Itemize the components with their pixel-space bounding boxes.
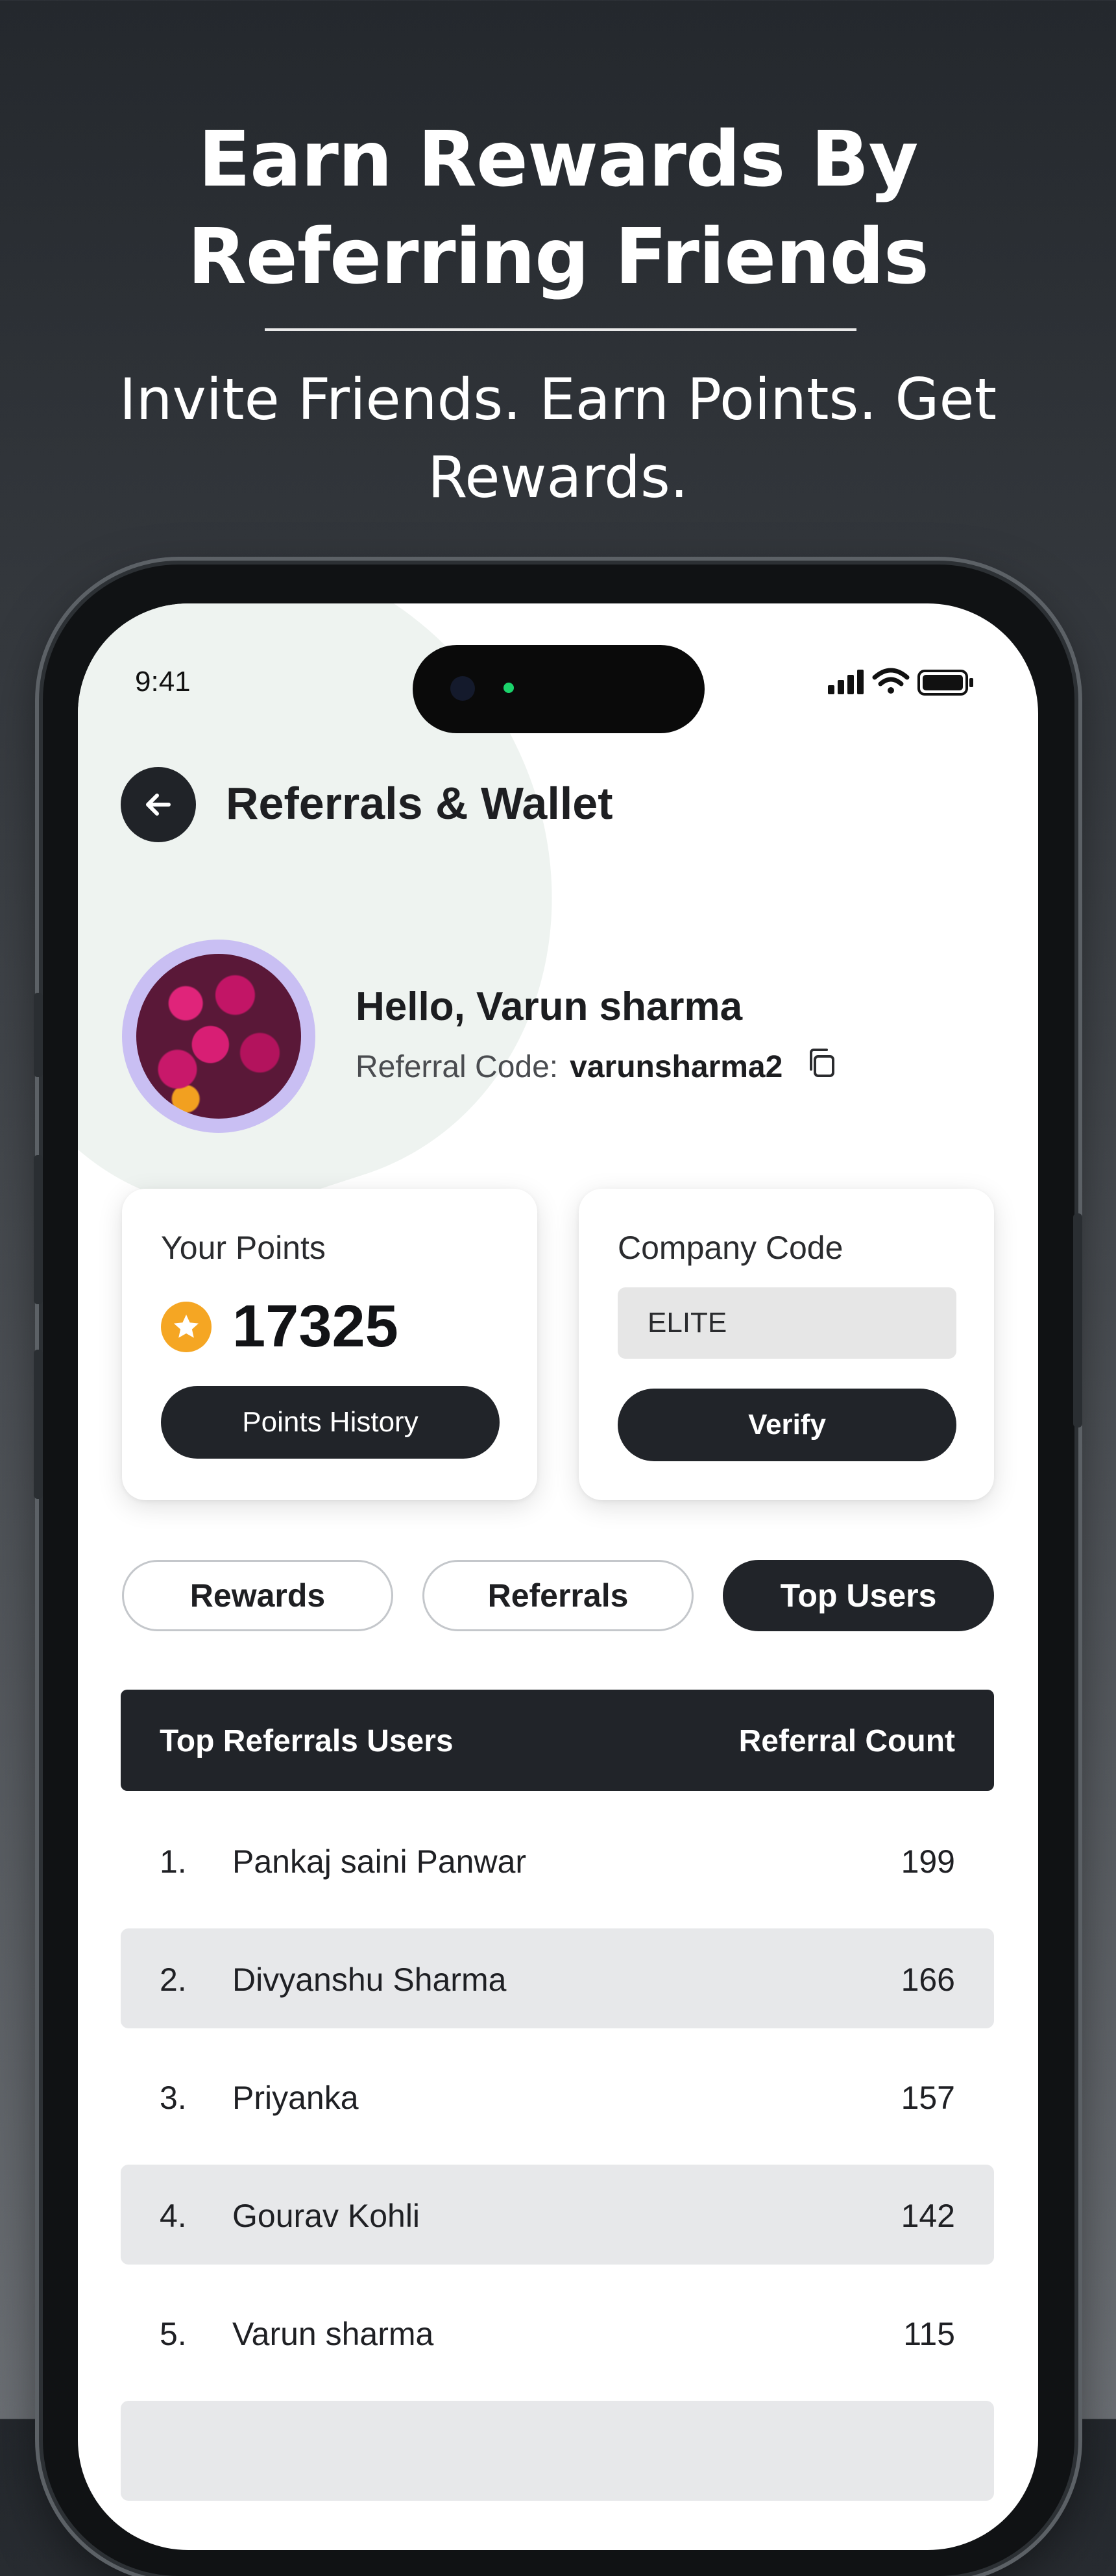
table-header: Top Referrals Users Referral Count (121, 1690, 994, 1791)
table-row[interactable]: 1. Pankaj saini Panwar 199 (121, 1810, 994, 1910)
verify-button[interactable]: Verify (618, 1389, 956, 1461)
table-row[interactable]: 3. Priyanka 157 (121, 2047, 994, 2146)
row-count: 157 (901, 2080, 955, 2116)
row-name: Priyanka (232, 2080, 359, 2116)
status-time: 9:41 (135, 666, 191, 698)
phone-screen: 9:41 Referrals & Wallet Hello, Varun sha… (78, 603, 1038, 2550)
referral-code-label: Referral Code: (356, 1049, 559, 1084)
page-title: Referrals & Wallet (226, 778, 613, 829)
points-card: Your Points 17325 Points History (122, 1189, 537, 1500)
points-label: Your Points (161, 1230, 326, 1266)
status-icons (828, 663, 977, 699)
row-rank: 2. (160, 1962, 187, 1998)
row-rank: 5. (160, 2316, 187, 2352)
promo-subtitle-line2: Rewards. (428, 444, 688, 511)
row-count: 166 (901, 1962, 955, 1998)
tab-top-users[interactable]: Top Users (723, 1560, 994, 1631)
dynamic-island (413, 645, 705, 733)
row-rank: 1. (160, 1843, 187, 1880)
copy-icon[interactable] (805, 1046, 838, 1088)
row-name: Varun sharma (232, 2316, 434, 2352)
avatar[interactable] (122, 940, 315, 1133)
row-rank: 3. (160, 2080, 187, 2116)
phone-action-button (34, 993, 43, 1077)
table-row (121, 2401, 994, 2501)
column-header-count: Referral Count (738, 1724, 955, 1758)
row-count: 142 (901, 2198, 955, 2234)
company-code-label: Company Code (618, 1230, 843, 1266)
referral-code-row: Referral Code: varunsharma2 (356, 1046, 838, 1088)
company-code-field[interactable]: ELITE (618, 1287, 956, 1359)
row-count: 115 (903, 2316, 955, 2352)
points-history-button[interactable]: Points History (161, 1386, 500, 1459)
promo-title-line1: Earn Rewards By (198, 114, 919, 204)
company-code-card: Company Code ELITE Verify (579, 1189, 994, 1500)
promo-title-line2: Referring Friends (187, 212, 929, 301)
column-header-users: Top Referrals Users (160, 1724, 454, 1758)
phone-volume-up-button (34, 1155, 43, 1304)
referral-code-value: varunsharma2 (570, 1049, 783, 1084)
promo-title: Earn Rewards By Referring Friends (0, 110, 1116, 305)
row-name: Divyanshu Sharma (232, 1962, 507, 1998)
promo-subtitle: Invite Friends. Earn Points. Get Rewards… (117, 361, 999, 516)
phone-volume-down-button (34, 1350, 43, 1499)
promo-subtitle-line1: Invite Friends. Earn Points. Get (119, 366, 997, 433)
promo-divider (265, 328, 856, 331)
battery-icon (917, 670, 973, 696)
row-count: 199 (901, 1843, 955, 1880)
row-name: Gourav Kohli (232, 2198, 420, 2234)
wifi-icon (872, 668, 910, 694)
points-row: 17325 (161, 1293, 398, 1361)
back-button[interactable] (121, 767, 196, 842)
tab-rewards[interactable]: Rewards (122, 1560, 393, 1631)
star-icon (161, 1301, 212, 1352)
table-row[interactable]: 5. Varun sharma 115 (121, 2283, 994, 2383)
table-row[interactable]: 4. Gourav Kohli 142 (121, 2165, 994, 2265)
phone-power-button (1073, 1213, 1082, 1428)
arrow-left-icon (146, 794, 171, 816)
table-row[interactable]: 2. Divyanshu Sharma 166 (121, 1928, 994, 2028)
camera-indicator-icon (503, 683, 514, 693)
row-rank: 4. (160, 2198, 187, 2234)
row-name: Pankaj saini Panwar (232, 1843, 527, 1880)
camera-icon (450, 676, 475, 701)
tab-referrals[interactable]: Referrals (422, 1560, 694, 1631)
signal-icon (828, 670, 864, 694)
greeting: Hello, Varun sharma (356, 984, 743, 1029)
points-value: 17325 (232, 1293, 398, 1359)
avatar-image (136, 954, 301, 1119)
